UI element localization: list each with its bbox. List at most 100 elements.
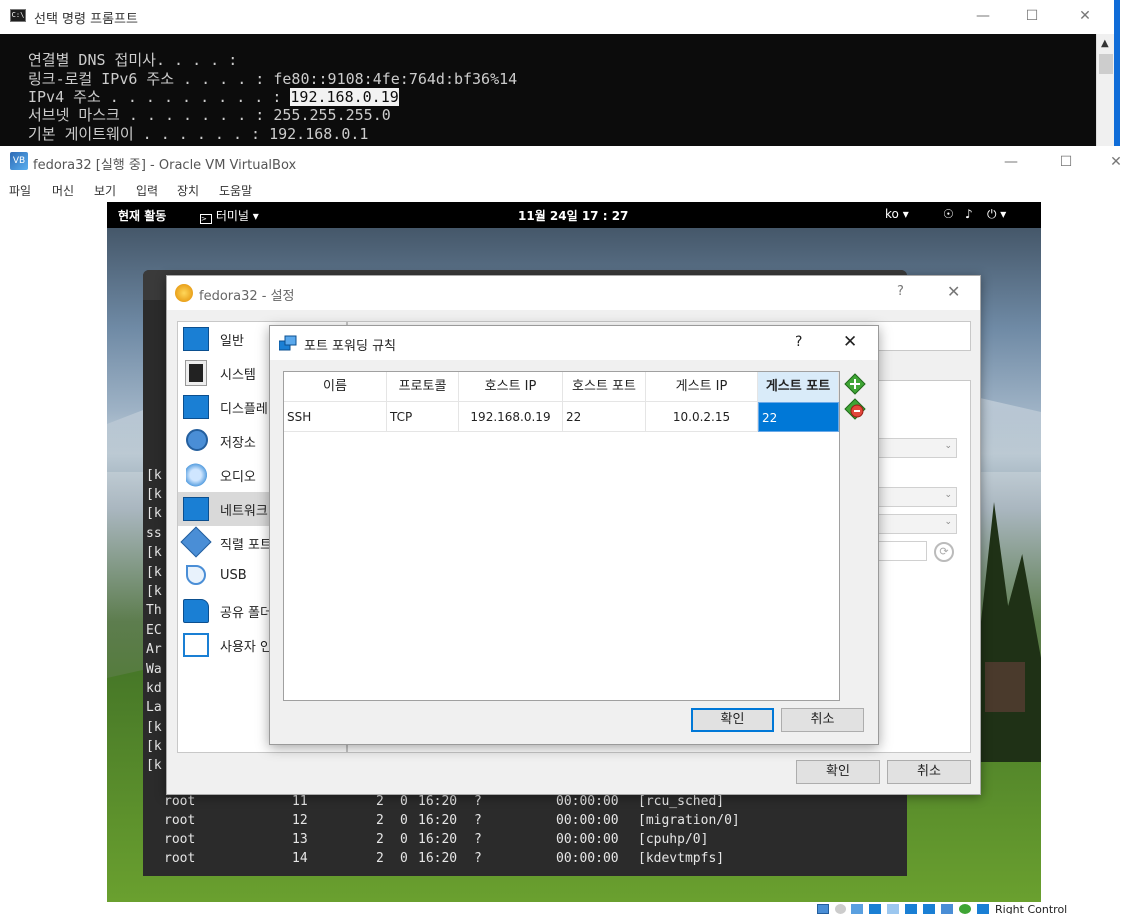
hard-disk-status-icon[interactable]	[817, 904, 829, 914]
input-method-indicator[interactable]: ko ▾	[885, 207, 909, 221]
settings-gear-icon	[175, 284, 193, 302]
scroll-up-arrow-icon[interactable]: ▲	[1101, 38, 1109, 49]
nav-label: 일반	[220, 334, 244, 349]
app-menu-label: 터미널	[215, 209, 249, 223]
cell-name[interactable]: SSH	[284, 402, 387, 432]
port-forwarding-table[interactable]: 이름 프로토콜 호스트 IP 호스트 포트 게스트 IP 게스트 포트 SSH …	[283, 371, 840, 701]
recording-status-icon[interactable]	[941, 904, 953, 914]
mac-address-field[interactable]	[877, 541, 927, 561]
terminal-app-menu[interactable]: > 터미널 ▾	[200, 207, 259, 224]
cmd-maximize-button[interactable]: ☐	[1017, 6, 1047, 26]
ps-time: 00:00:00	[556, 794, 619, 809]
terminal-fragment: kd	[146, 681, 162, 696]
chevron-down-icon: ⌄	[944, 517, 952, 527]
terminal-fragment: [k	[146, 584, 162, 599]
cmd-minimize-button[interactable]: —	[968, 6, 998, 26]
ps-ppid: 2	[376, 813, 384, 828]
pf-ok-button[interactable]: 확인	[691, 708, 774, 732]
terminal-fragment: [k	[146, 720, 162, 735]
cell-host-ip[interactable]: 192.168.0.19	[459, 402, 563, 432]
display-status-icon[interactable]	[923, 904, 935, 914]
table-row[interactable]: SSH TCP 192.168.0.19 22 10.0.2.15 22	[284, 402, 839, 432]
menu-help[interactable]: 도움말	[219, 182, 252, 199]
ps-tty: ?	[474, 813, 482, 828]
ps-stime: 16:20	[418, 832, 458, 847]
audio-status-icon[interactable]	[851, 904, 863, 914]
menu-machine[interactable]: 머신	[52, 182, 74, 199]
settings-close-button[interactable]: ✕	[947, 282, 960, 301]
ps-c: 0	[400, 832, 408, 847]
cmd-scrollbar[interactable]: ▲	[1096, 34, 1114, 146]
menu-view[interactable]: 보기	[94, 182, 116, 199]
pf-title: 포트 포워딩 규칙	[304, 339, 396, 354]
remove-rule-icon[interactable]	[844, 398, 866, 420]
column-header-protocol[interactable]: 프로토콜	[387, 372, 459, 402]
attachment-combo[interactable]: ⌄	[877, 438, 957, 458]
ps-pid: 14	[292, 851, 308, 866]
cmd-titlebar[interactable]: C:\ 선택 명령 프롬프트 — ☐ ✕	[0, 0, 1131, 34]
usb-status-icon[interactable]	[887, 904, 899, 914]
menu-input[interactable]: 입력	[136, 182, 158, 199]
desktop: C:\ 선택 명령 프롬프트 — ☐ ✕ 연결별 DNS 접미사. . . . …	[0, 0, 1131, 914]
column-header-guest-ip[interactable]: 게스트 IP	[646, 372, 758, 402]
port-forwarding-icon	[278, 335, 297, 351]
ps-ppid: 2	[376, 851, 384, 866]
cmd-ipv4-label: IPv4 주소 . . . . . . . . . :	[28, 88, 291, 106]
menu-devices[interactable]: 장치	[177, 182, 199, 199]
ps-c: 0	[400, 851, 408, 866]
clock[interactable]: 11월 24일 17 : 27	[518, 207, 628, 224]
pf-help-button[interactable]: ?	[795, 334, 802, 350]
cmd-console[interactable]: 연결별 DNS 접미사. . . . : 링크-로컬 IPv6 주소 . . .…	[0, 34, 1096, 146]
optical-drive-status-icon[interactable]	[835, 904, 846, 914]
promiscuous-combo[interactable]: ⌄	[877, 514, 957, 534]
gnome-top-bar: 현재 활동 > 터미널 ▾ 11월 24일 17 : 27 ko ▾ ☉ ♪ ⏻…	[107, 202, 1041, 228]
cmd-window-title: 선택 명령 프롬프트	[34, 12, 138, 27]
ps-tty: ?	[474, 832, 482, 847]
ps-pid: 12	[292, 813, 308, 828]
volume-icon[interactable]: ♪	[965, 207, 973, 221]
pf-cancel-button[interactable]: 취소	[781, 708, 864, 732]
vbox-minimize-button[interactable]: —	[996, 152, 1026, 172]
vbox-close-button[interactable]: ✕	[1101, 152, 1131, 172]
settings-cancel-button[interactable]: 취소	[887, 760, 971, 784]
cell-host-port[interactable]: 22	[563, 402, 646, 432]
ps-c: 0	[400, 813, 408, 828]
network-icon	[183, 497, 209, 521]
ps-time: 00:00:00	[556, 813, 619, 828]
ps-time: 00:00:00	[556, 832, 619, 847]
cell-protocol[interactable]: TCP	[387, 402, 459, 432]
settings-help-button[interactable]: ?	[897, 284, 904, 299]
network-icon[interactable]: ☉	[943, 207, 954, 221]
activities-button[interactable]: 현재 활동	[118, 207, 166, 224]
column-header-guest-port[interactable]: 게스트 포트	[758, 372, 839, 402]
cell-guest-port[interactable]: 22	[758, 402, 839, 432]
ps-cmd: [cpuhp/0]	[638, 832, 709, 847]
cmd-line-gateway: 기본 게이트웨이 . . . . . . : 192.168.0.1	[28, 125, 369, 143]
terminal-fragment: Wa	[146, 662, 162, 677]
cmd-close-button[interactable]: ✕	[1070, 6, 1100, 26]
cmd-scroll-thumb[interactable]	[1099, 54, 1113, 74]
settings-ok-button[interactable]: 확인	[796, 760, 880, 784]
power-icon[interactable]: ⏻ ▾	[987, 207, 1006, 222]
menu-file[interactable]: 파일	[9, 182, 31, 199]
cpu-status-icon[interactable]	[977, 904, 989, 914]
add-rule-icon[interactable]	[844, 373, 866, 395]
column-header-name[interactable]: 이름	[284, 372, 387, 402]
cmd-ipv4-selected-value[interactable]: 192.168.0.19	[290, 88, 399, 106]
refresh-mac-icon[interactable]: ⟳	[934, 542, 954, 562]
pf-close-button[interactable]: ✕	[843, 332, 857, 352]
shared-folder-status-icon[interactable]	[905, 904, 917, 914]
shared-folder-icon	[183, 599, 209, 623]
settings-titlebar[interactable]: fedora32 - 설정 ? ✕	[167, 276, 980, 310]
pf-titlebar[interactable]: 포트 포워딩 규칙 ? ✕	[270, 326, 878, 360]
network-status-icon[interactable]	[869, 904, 881, 914]
nav-label: 직렬 포트	[220, 538, 272, 553]
column-header-host-ip[interactable]: 호스트 IP	[459, 372, 563, 402]
vbox-titlebar[interactable]: VB fedora32 [실행 중] - Oracle VM VirtualBo…	[0, 146, 1131, 178]
column-header-host-port[interactable]: 호스트 포트	[563, 372, 646, 402]
nav-label: 디스플레	[220, 402, 268, 417]
cell-guest-ip[interactable]: 10.0.2.15	[646, 402, 758, 432]
vbox-maximize-button[interactable]: ☐	[1051, 152, 1081, 172]
mouse-integration-icon[interactable]	[959, 904, 971, 914]
adapter-type-combo[interactable]: ⌄	[877, 487, 957, 507]
